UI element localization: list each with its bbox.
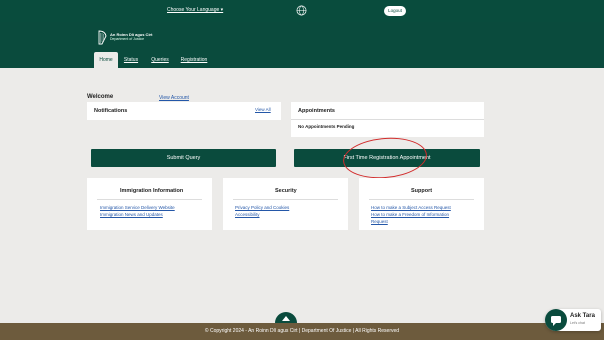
site-header: An Roinn Dlí agus Cirt Department of Jus… — [0, 22, 604, 68]
chat-title: Ask Tara — [570, 313, 595, 319]
language-selector[interactable]: Choose Your Language ▾ — [167, 7, 223, 13]
security-card: Security Privacy Policy and Cookies Acce… — [223, 178, 348, 230]
divider — [97, 199, 202, 200]
chat-subtitle: Let's chat — [570, 321, 585, 325]
immigration-service-link[interactable]: Immigration Service Delivery Website — [100, 205, 175, 210]
divider — [233, 199, 338, 200]
nav-tab-status[interactable]: Status — [121, 52, 141, 68]
nav-tab-queries[interactable]: Queries — [148, 52, 172, 68]
chat-widget[interactable]: Ask Tara Let's chat — [545, 309, 601, 331]
divider — [369, 199, 474, 200]
nav-tab-home[interactable]: Home — [94, 52, 118, 68]
welcome-text: Welcome — [87, 94, 114, 100]
view-all-link[interactable]: View All — [255, 107, 271, 112]
divider — [291, 119, 484, 120]
notifications-card: Notifications View All — [87, 102, 281, 120]
freedom-of-information-link-continued[interactable]: Request — [371, 219, 388, 224]
appointments-title: Appointments — [298, 108, 335, 114]
site-footer: © Copyright 2024 - An Roinn Dlí agus Cir… — [0, 323, 604, 340]
support-title: Support — [411, 188, 433, 194]
notifications-title: Notifications — [94, 108, 128, 114]
nav-tab-registration[interactable]: Registration — [178, 52, 210, 68]
appointments-status: No Appointments Pending — [298, 124, 355, 129]
immigration-news-link[interactable]: Immigration News and Updates — [100, 212, 163, 217]
logout-button[interactable]: Logout — [384, 6, 406, 16]
appointments-card: Appointments No Appointments Pending — [291, 102, 484, 137]
security-title: Security — [275, 188, 297, 194]
subject-access-request-link[interactable]: How to make a Subject Access Request — [371, 205, 451, 210]
harp-logo-icon — [98, 30, 107, 45]
privacy-policy-link[interactable]: Privacy Policy and Cookies — [235, 205, 289, 210]
submit-query-button[interactable]: Submit Query — [91, 149, 276, 167]
brand-name-english: Department of Justice — [110, 37, 145, 41]
chat-bubble-icon[interactable] — [545, 309, 567, 331]
view-account-link[interactable]: View Account — [159, 95, 189, 101]
accessibility-link[interactable]: Accessibility — [235, 212, 260, 217]
immigration-info-card: Immigration Information Immigration Serv… — [87, 178, 212, 230]
top-bar: Choose Your Language ▾ Logout — [0, 0, 604, 22]
annotation-circle — [341, 134, 429, 182]
immigration-title: Immigration Information — [120, 188, 184, 194]
globe-icon[interactable] — [296, 5, 307, 16]
support-card: Support How to make a Subject Access Req… — [359, 178, 484, 230]
freedom-of-information-link[interactable]: How to make a Freedom of Information — [371, 212, 449, 217]
